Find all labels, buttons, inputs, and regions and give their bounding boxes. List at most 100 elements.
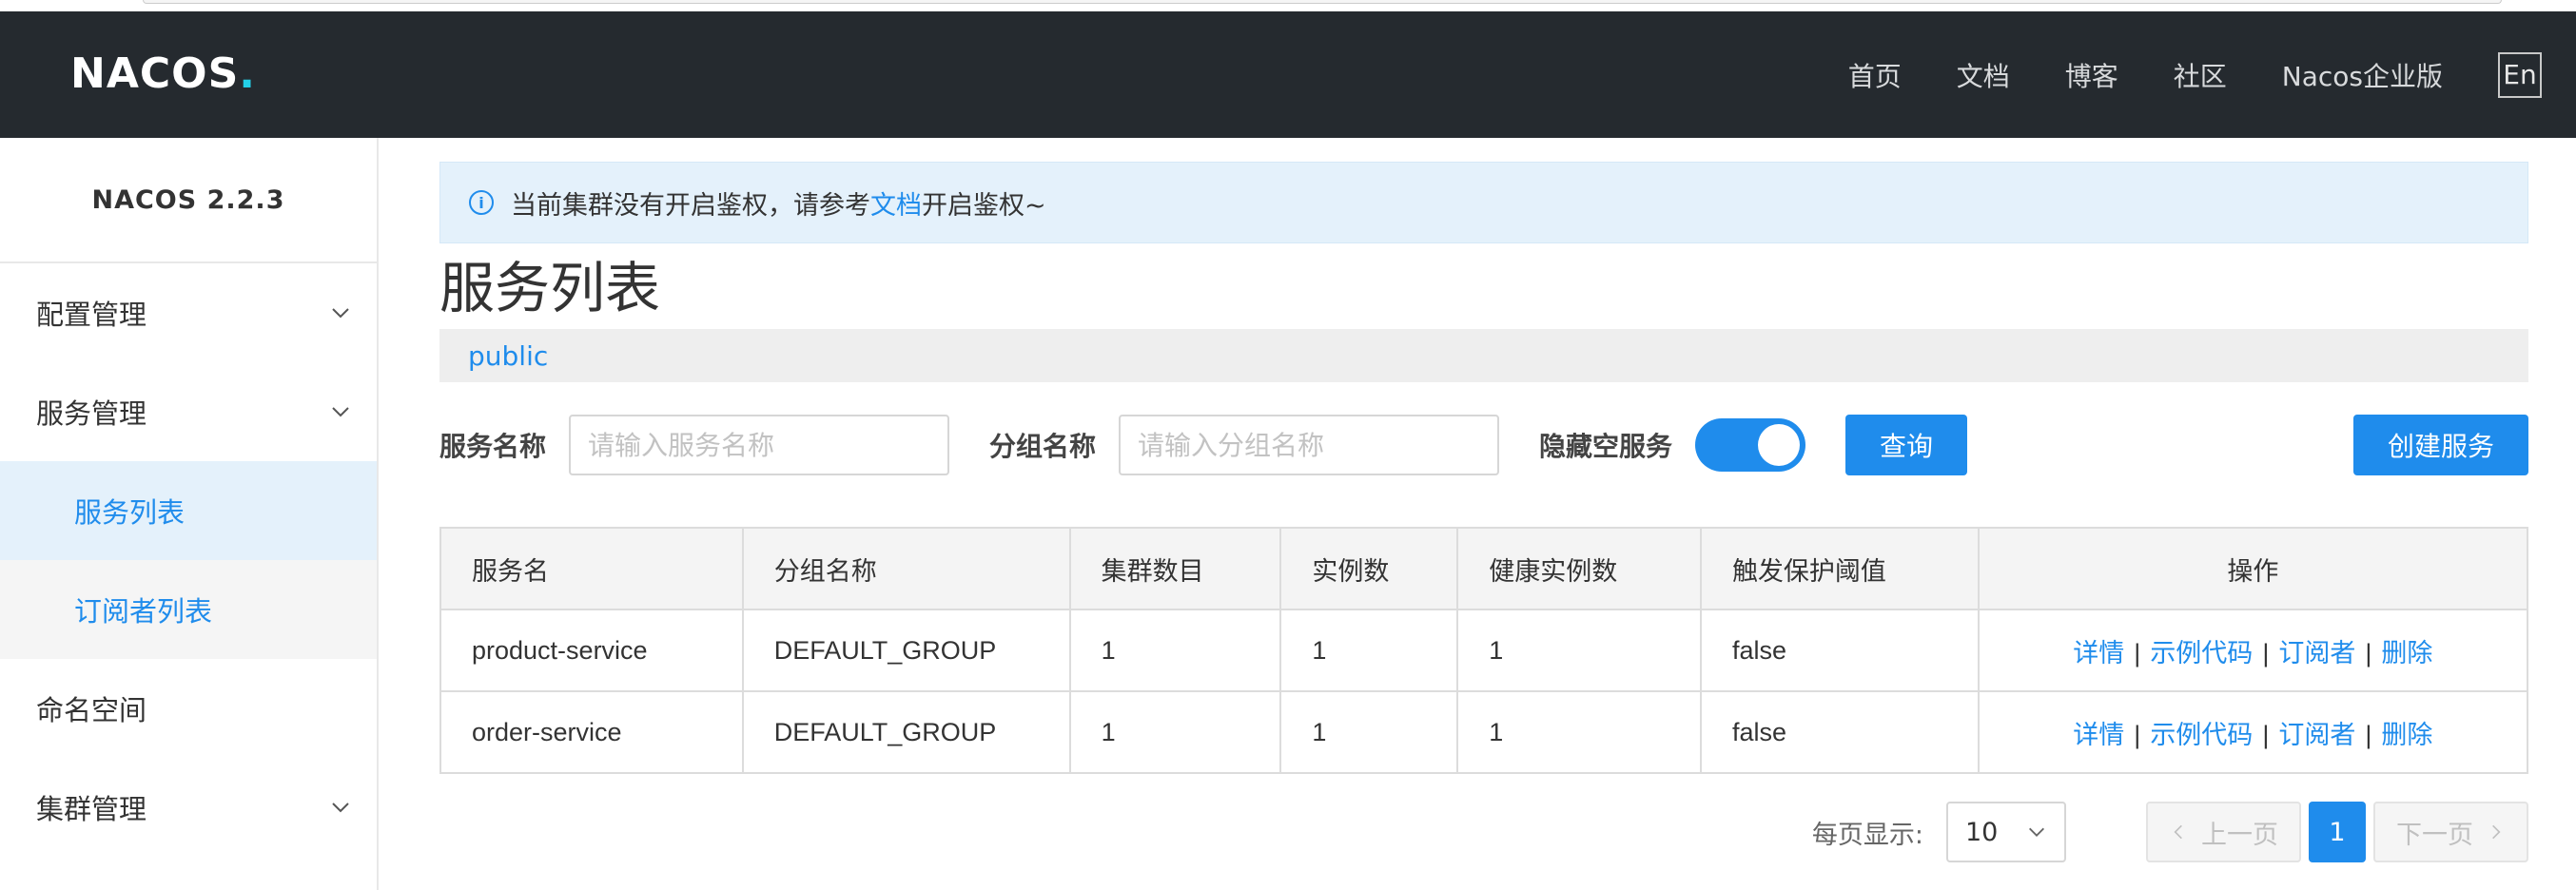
cell-operations: 详情 | 示例代码 | 订阅者 | 删除: [1977, 690, 2529, 774]
next-page-label: 下一页: [2396, 820, 2473, 850]
col-service-name: 服务名: [439, 527, 744, 610]
notice-text: 当前集群没有开启鉴权，请参考: [511, 190, 870, 221]
hide-empty-label: 隐藏空服务: [1539, 431, 1673, 462]
service-table: 服务名 分组名称 集群数目 实例数 健康实例数 触发保护阈值 操作 produc…: [439, 527, 2529, 774]
info-icon: i: [469, 190, 494, 215]
filter-bar: 服务名称 分组名称 隐藏空服务 查询 创建服务: [439, 415, 2528, 475]
cell-instance-count: 1: [1279, 690, 1459, 774]
cell-instance-count: 1: [1279, 609, 1459, 692]
op-separator: |: [2365, 720, 2372, 749]
nav-blog[interactable]: 博客: [2065, 56, 2118, 94]
per-page-value: 10: [1965, 817, 1999, 847]
chevron-left-icon: [2174, 824, 2182, 840]
subscribers-link[interactable]: 订阅者: [2278, 639, 2355, 668]
create-service-button[interactable]: 创建服务: [2352, 415, 2528, 475]
cell-group-name: DEFAULT_GROUP: [741, 690, 1071, 774]
table-header-row: 服务名 分组名称 集群数目 实例数 健康实例数 触发保护阈值 操作: [439, 527, 2529, 610]
col-cluster-count: 集群数目: [1068, 527, 1282, 610]
cell-healthy-count: 1: [1456, 690, 1702, 774]
cell-service-name: order-service: [439, 690, 744, 774]
sidebar-item-subscriber-list[interactable]: 订阅者列表: [0, 560, 377, 659]
col-group-name: 分组名称: [741, 527, 1071, 610]
cell-healthy-count: 1: [1456, 609, 1702, 692]
sample-code-link[interactable]: 示例代码: [2150, 721, 2253, 750]
table-row: order-service DEFAULT_GROUP 1 1 1 false …: [439, 690, 2529, 774]
chevron-right-icon: [2492, 824, 2501, 840]
sidebar: NACOS 2.2.3 配置管理 服务管理 服务列表 订阅者列表 命名空间 集群…: [0, 138, 379, 890]
top-nav: 首页 文档 博客 社区 Nacos企业版 En: [1848, 11, 2576, 138]
detail-link[interactable]: 详情: [2073, 721, 2124, 750]
namespace-public[interactable]: public: [468, 340, 548, 372]
nav-community[interactable]: 社区: [2174, 56, 2227, 94]
nav-enterprise[interactable]: Nacos企业版: [2282, 56, 2443, 94]
detail-link[interactable]: 详情: [2073, 639, 2124, 668]
table-row: product-service DEFAULT_GROUP 1 1 1 fals…: [439, 609, 2529, 692]
sidebar-item-namespace[interactable]: 命名空间: [0, 659, 377, 758]
chevron-down-icon: [332, 308, 349, 319]
col-healthy-instance-count: 健康实例数: [1456, 527, 1702, 610]
cell-operations: 详情 | 示例代码 | 订阅者 | 删除: [1977, 609, 2529, 692]
sidebar-item-cluster-management[interactable]: 集群管理: [0, 758, 377, 857]
namespace-bar: public: [439, 329, 2528, 382]
browser-address-bar: [143, 0, 2502, 4]
chevron-down-icon: [332, 803, 349, 813]
sidebar-item-config-management[interactable]: 配置管理: [0, 263, 377, 362]
op-separator: |: [2262, 720, 2270, 749]
hide-empty-toggle[interactable]: [1695, 418, 1806, 472]
logo-dot: .: [239, 48, 256, 98]
chevron-down-icon: [332, 407, 349, 417]
language-switch-button[interactable]: En: [2498, 51, 2542, 98]
nav-docs[interactable]: 文档: [1957, 56, 2010, 94]
sidebar-item-label: 命名空间: [36, 694, 147, 726]
col-protect-threshold: 触发保护阈值: [1699, 527, 1980, 610]
toggle-knob: [1758, 424, 1801, 466]
op-separator: |: [2365, 638, 2372, 668]
sidebar-item-service-list[interactable]: 服务列表: [0, 461, 377, 560]
cell-group-name: DEFAULT_GROUP: [741, 609, 1071, 692]
logo-text: NACOS: [70, 48, 240, 98]
cell-protect-threshold: false: [1699, 609, 1980, 692]
service-name-input[interactable]: [569, 415, 950, 475]
page-title: 服务列表: [439, 256, 661, 320]
group-name-input[interactable]: [1119, 415, 1500, 475]
cell-protect-threshold: false: [1699, 690, 1980, 774]
query-button[interactable]: 查询: [1845, 415, 1968, 475]
browser-strip: [0, 0, 2576, 11]
prev-page-label: 上一页: [2201, 820, 2278, 850]
sidebar-item-label: 配置管理: [36, 299, 147, 331]
sidebar-item-label: 订阅者列表: [74, 595, 213, 628]
delete-link[interactable]: 删除: [2381, 721, 2432, 750]
nav-home[interactable]: 首页: [1848, 56, 1902, 94]
sidebar-item-label: 服务列表: [74, 496, 185, 529]
per-page-label: 每页显示:: [1811, 820, 1923, 850]
sidebar-title: NACOS 2.2.3: [0, 138, 377, 263]
cell-cluster-count: 1: [1068, 690, 1282, 774]
sample-code-link[interactable]: 示例代码: [2150, 639, 2253, 668]
top-header: NACOS. 首页 文档 博客 社区 Nacos企业版 En: [0, 11, 2576, 138]
subscribers-link[interactable]: 订阅者: [2278, 721, 2355, 750]
chevron-down-icon: [2029, 827, 2044, 837]
service-name-label: 服务名称: [439, 431, 547, 462]
auth-notice: i 当前集群没有开启鉴权，请参考 文档 开启鉴权~: [439, 162, 2528, 243]
notice-text-tail: 开启鉴权~: [922, 190, 1046, 221]
prev-page-button[interactable]: 上一页: [2146, 802, 2301, 862]
group-name-label: 分组名称: [989, 431, 1097, 462]
cell-cluster-count: 1: [1068, 609, 1282, 692]
next-page-button[interactable]: 下一页: [2373, 802, 2528, 862]
page-number-current[interactable]: 1: [2309, 802, 2366, 862]
notice-docs-link[interactable]: 文档: [870, 184, 922, 222]
nacos-logo[interactable]: NACOS.: [70, 48, 256, 98]
per-page-select[interactable]: 10: [1946, 802, 2066, 862]
sidebar-item-label: 集群管理: [36, 793, 147, 825]
pagination: 每页显示: 10 上一页 1 下一页: [1812, 802, 2528, 862]
op-separator: |: [2262, 638, 2270, 668]
main-content: i 当前集群没有开启鉴权，请参考 文档 开启鉴权~ 服务列表 public 服务名称…: [439, 162, 2529, 774]
col-instance-count: 实例数: [1279, 527, 1459, 610]
col-operations: 操作: [1977, 527, 2529, 610]
op-separator: |: [2134, 720, 2141, 749]
cell-service-name: product-service: [439, 609, 744, 692]
op-separator: |: [2134, 638, 2141, 668]
sidebar-item-label: 服务管理: [36, 397, 147, 430]
sidebar-item-service-management[interactable]: 服务管理: [0, 362, 377, 461]
delete-link[interactable]: 删除: [2381, 639, 2432, 668]
